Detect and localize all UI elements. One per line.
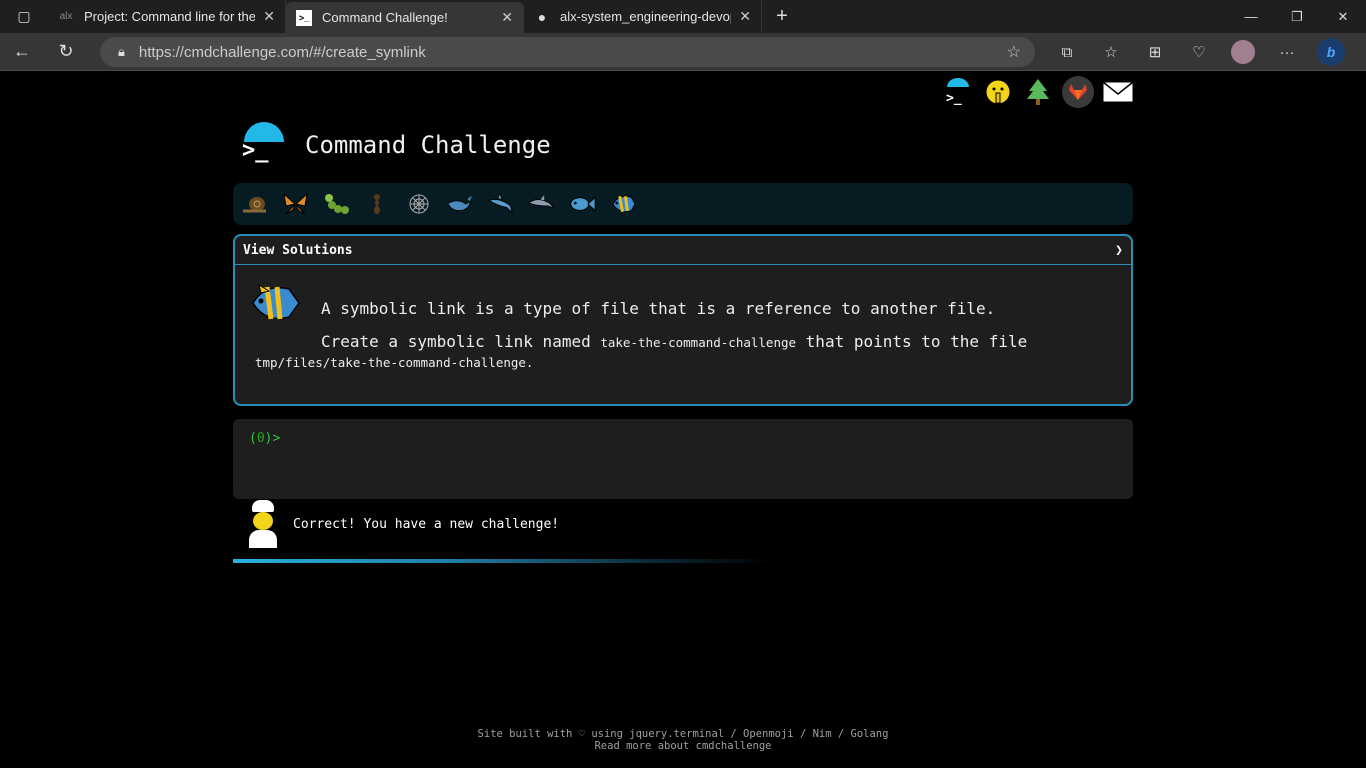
site-logo-icon[interactable]: >_	[240, 122, 286, 168]
challenge-line-2: Create a symbolic link named take-the-co…	[321, 332, 1111, 351]
site-header: >_ Command Challenge	[240, 122, 551, 168]
prompt-count: 0	[256, 431, 265, 446]
minimize-icon[interactable]: —	[1228, 0, 1274, 33]
terminal-input[interactable]: (0)>	[233, 419, 1133, 499]
target-path: tmp/files/take-the-command-challenge.	[255, 355, 534, 370]
page-title: Command Challenge	[305, 131, 551, 159]
whale-icon[interactable]	[446, 191, 473, 218]
feedback-row: Correct! You have a new challenge!	[246, 500, 559, 548]
challenge-text: that points to the file	[805, 332, 1028, 351]
dolphin-icon[interactable]	[528, 191, 555, 218]
prompt-open: (	[249, 431, 257, 446]
alx-icon: alx	[59, 11, 73, 22]
top-links: >_	[942, 76, 1134, 108]
browser-toolbar: ⧉ ☆ ⊞ ♡ ··· b	[1045, 33, 1353, 71]
shushing-face-icon[interactable]	[982, 76, 1014, 108]
shark-icon[interactable]	[487, 191, 514, 218]
fish-icon[interactable]	[569, 191, 596, 218]
butterfly-icon[interactable]	[282, 191, 309, 218]
chevron-right-icon: ❯	[1115, 242, 1123, 258]
envelope-icon[interactable]	[1102, 76, 1134, 108]
back-icon[interactable]: ←	[0, 33, 44, 71]
snail-icon[interactable]	[241, 191, 268, 218]
tab-github[interactable]: ● alx-system_engineering-devop ✕	[524, 0, 762, 33]
svg-text:>_: >_	[946, 91, 962, 106]
browser-tab-bar: ▢ alx Project: Command line for the ✕ >_…	[0, 0, 1366, 33]
chef-icon	[246, 500, 280, 548]
spider-web-icon[interactable]	[405, 191, 432, 218]
view-solutions-toggle[interactable]: View Solutions ❯	[235, 236, 1131, 265]
extensions-icon[interactable]: ⧉	[1045, 44, 1089, 61]
favorites-icon[interactable]: ☆	[1089, 43, 1133, 61]
bing-icon[interactable]: b	[1309, 38, 1353, 66]
tab-command-challenge[interactable]: >_ Command Challenge! ✕	[286, 2, 524, 33]
url-text: https://cmdchallenge.com/#/create_symlin…	[138, 43, 426, 61]
collections-icon[interactable]: ⊞	[1133, 43, 1177, 61]
level-bar	[233, 183, 1133, 225]
profile-avatar[interactable]	[1221, 40, 1265, 64]
page-content: >_ >_ Command Challenge View Solutions ❯…	[0, 72, 1366, 768]
tree-icon[interactable]	[1022, 76, 1054, 108]
symlink-name: take-the-command-challenge	[600, 335, 797, 350]
prompt-close: )>	[264, 431, 281, 446]
address-bar[interactable]: 🔒︎ https://cmdchallenge.com/#/create_sym…	[100, 37, 1035, 67]
tropical-fish-icon	[249, 279, 301, 327]
footer-credits: Site built with ♡ using jquery.terminal …	[477, 728, 889, 740]
ant-icon[interactable]	[364, 191, 391, 218]
caterpillar-icon[interactable]	[323, 191, 350, 218]
close-icon[interactable]: ✕	[739, 8, 751, 25]
challenge-line-3: tmp/files/take-the-command-challenge.	[255, 355, 1111, 370]
maximize-icon[interactable]: ❐	[1274, 0, 1320, 33]
terminal-icon: >_	[296, 9, 312, 26]
feedback-message: Correct! You have a new challenge!	[293, 516, 560, 532]
lock-icon: 🔒︎	[118, 44, 125, 59]
tab-title: Command Challenge!	[322, 10, 448, 25]
terminal-logo-icon[interactable]: >_	[942, 76, 974, 108]
footer: Site built with ♡ using jquery.terminal …	[0, 728, 1366, 752]
gitlab-icon[interactable]	[1062, 76, 1094, 108]
challenge-line-1: A symbolic link is a type of file that i…	[321, 299, 996, 318]
read-more-link[interactable]: Read more about cmdchallenge	[0, 740, 1366, 752]
view-solutions-label: View Solutions	[243, 242, 353, 258]
new-tab-button[interactable]: +	[762, 0, 802, 33]
address-bar-row: ← ↻ 🔒︎ https://cmdchallenge.com/#/create…	[0, 33, 1366, 71]
challenge-panel: View Solutions ❯ A symbolic link is a ty…	[233, 234, 1133, 406]
tab-title: Project: Command line for the	[84, 9, 256, 24]
tab-project[interactable]: alx Project: Command line for the ✕	[48, 0, 286, 33]
performance-icon[interactable]: ♡	[1177, 43, 1221, 61]
tab-title: alx-system_engineering-devop	[560, 9, 732, 24]
window-controls: — ❐ ✕	[1228, 0, 1366, 33]
tropical-fish-icon[interactable]	[610, 191, 637, 218]
github-icon: ●	[537, 8, 547, 25]
progress-bar	[233, 559, 773, 563]
more-options-icon[interactable]: ···	[1265, 44, 1309, 61]
challenge-text: Create a symbolic link named	[321, 332, 591, 351]
close-icon[interactable]: ✕	[263, 8, 275, 25]
close-window-icon[interactable]: ✕	[1320, 0, 1366, 33]
favorite-star-icon[interactable]: ☆	[1007, 42, 1021, 62]
tab-actions-button[interactable]: ▢	[0, 0, 48, 33]
reload-icon[interactable]: ↻	[44, 33, 88, 71]
challenge-description: A symbolic link is a type of file that i…	[235, 265, 1131, 386]
close-icon[interactable]: ✕	[501, 9, 513, 26]
